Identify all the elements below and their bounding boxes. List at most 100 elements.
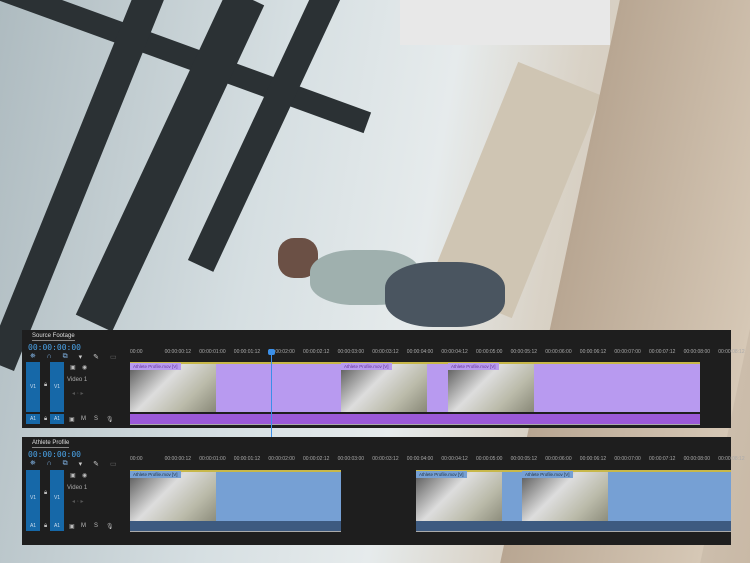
ruler-tick: 00:00:05:12 (510, 349, 538, 355)
source-v1-toggle[interactable]: V1 (26, 470, 40, 525)
building (400, 0, 610, 45)
clip-label: Athlete Profile.mov [V] (130, 471, 181, 478)
microphone-icon[interactable]: 🎙︎ (106, 416, 114, 423)
track-a1-header[interactable]: A1 (50, 414, 64, 424)
time-ruler[interactable]: 00:00 00:00:00:12 00:00:01:00 00:00:01:12 00… (130, 456, 745, 465)
track-v1-header[interactable]: V1 (50, 470, 64, 525)
ruler-tick: 00:00:04:12 (441, 349, 468, 355)
captions-icon[interactable]: ▭ (110, 353, 117, 361)
ruler-tick: 00:00:07:00 (614, 456, 641, 462)
ruler-tick: 00:00:06:12 (579, 456, 607, 462)
ruler-tick: 00:00 (130, 349, 143, 355)
ruler-tick: 00:00:08:00 (683, 349, 711, 355)
clip-label: Athlete Profile.mov [V] (448, 363, 499, 370)
snap-icon[interactable]: ⛯ (30, 460, 36, 468)
source-v1-toggle[interactable]: V1 (26, 362, 40, 412)
video-track[interactable]: Athlete Profile.mov [V] Athlete Profile.m… (130, 362, 731, 412)
snap-icon[interactable]: ⛯ (30, 353, 36, 361)
toggle-sync-icon[interactable]: ▣ (70, 364, 76, 371)
eye-icon[interactable]: ◉ (82, 364, 87, 371)
audio-track[interactable] (130, 521, 731, 532)
clip-thumbnail (130, 472, 216, 525)
solo-button[interactable]: S (94, 523, 98, 529)
ruler-tick: 00:00:08:12 (718, 349, 745, 355)
track-v1-header[interactable]: V1 (50, 362, 64, 412)
audio-clip[interactable] (416, 521, 731, 532)
ruler-tick: 00:00:03:00 (337, 349, 365, 355)
panel-title[interactable]: Athlete Profile (32, 440, 70, 448)
ruler-tick: 00:00:02:00 (268, 456, 295, 462)
ruler-tick: 00:00:03:12 (372, 349, 399, 355)
ruler-tick: 00:00:01:12 (233, 456, 261, 462)
clip-label: Athlete Profile.mov [V] (341, 363, 392, 370)
ruler-tick: 00:00:08:12 (718, 456, 745, 462)
lock-icon[interactable]: 🔒︎ (44, 416, 47, 423)
ruler-tick: 00:00:05:00 (476, 349, 503, 355)
linked-selection-icon[interactable]: ⧉ (63, 353, 68, 361)
eye-icon[interactable]: ◉ (82, 472, 87, 479)
solo-button[interactable]: S (94, 416, 98, 422)
sync-lock-icon[interactable]: ▣ (69, 416, 75, 423)
captions-icon[interactable]: ▭ (110, 460, 117, 468)
lock-icon[interactable]: 🔒︎ (44, 382, 47, 389)
ruler-tick: 00:00:01:12 (233, 349, 261, 355)
time-ruler[interactable]: 00:00 00:00:00:12 00:00:01:00 00:00:01:12 00… (130, 349, 745, 358)
ruler-tick: 00:00:00:12 (164, 456, 192, 462)
source-a1-toggle[interactable]: A1 (26, 414, 40, 424)
ruler-tick: 00:00:06:12 (579, 349, 607, 355)
mute-button[interactable]: M (81, 416, 86, 422)
source-a1-toggle[interactable]: A1 (26, 521, 40, 531)
microphone-icon[interactable]: 🎙︎ (106, 523, 114, 530)
ruler-tick: 00:00:04:12 (441, 456, 468, 462)
ruler-tick: 00:00:01:00 (199, 349, 226, 355)
clip-thumbnail (341, 364, 427, 412)
ruler-tick: 00:00:01:00 (199, 456, 226, 462)
ruler-tick: 00:00:00:12 (164, 349, 192, 355)
audio-clip[interactable] (130, 521, 341, 532)
video-track[interactable]: Athlete Profile.mov [V] Athlete Profile.m… (130, 470, 731, 525)
audio-clip[interactable] (130, 414, 700, 425)
ruler-tick: 00:00:07:00 (614, 349, 641, 355)
track-name: Video 1 (67, 485, 88, 491)
timeline-athlete-profile[interactable]: Athlete Profile 00:00:00:00 ⛯ ∩ ⧉ ▾ ✎ ▭ 00:00… (22, 437, 745, 545)
playhead[interactable] (268, 349, 275, 439)
clip-label: Athlete Profile.mov [V] (522, 471, 573, 478)
magnet-icon[interactable]: ∩ (47, 460, 52, 468)
keyframe-nav-icon[interactable]: ◂ ◦ ▸ (72, 390, 83, 397)
ruler-tick: 00:00 (130, 456, 143, 462)
timecode-display[interactable]: 00:00:00:00 (28, 450, 81, 459)
ruler-tick: 00:00:07:12 (649, 456, 676, 462)
ruler-tick: 00:00:04:00 (406, 456, 434, 462)
clip-label: Athlete Profile.mov [V] (416, 471, 467, 478)
clip-thumbnail (416, 472, 502, 525)
keyframe-nav-icon[interactable]: ◂ ◦ ▸ (72, 498, 83, 505)
ruler-tick: 00:00:06:00 (545, 456, 572, 462)
timeline-source-footage[interactable]: Source Footage 00:00:00:00 ⛯ ∩ ⧉ ▾ ✎ ▭ 00:00 0… (22, 330, 745, 439)
timecode-display[interactable]: 00:00:00:00 (28, 343, 81, 352)
clip-thumbnail (522, 472, 608, 525)
audio-track[interactable] (130, 414, 731, 425)
marker-icon[interactable]: ▾ (79, 353, 83, 361)
clip-label: Athlete Profile.mov [V] (130, 363, 181, 370)
linked-selection-icon[interactable]: ⧉ (63, 460, 68, 468)
wrench-icon[interactable]: ✎ (93, 353, 99, 361)
sync-lock-icon[interactable]: ▣ (69, 523, 75, 530)
lock-icon[interactable]: 🔒︎ (44, 523, 47, 530)
ruler-tick: 00:00:08:00 (683, 456, 711, 462)
toggle-sync-icon[interactable]: ▣ (70, 472, 76, 479)
wrench-icon[interactable]: ✎ (93, 460, 99, 468)
marker-icon[interactable]: ▾ (79, 460, 83, 468)
ruler-tick: 00:00:05:12 (510, 456, 538, 462)
magnet-icon[interactable]: ∩ (47, 353, 52, 361)
lock-icon[interactable]: 🔒︎ (44, 490, 47, 497)
mute-button[interactable]: M (81, 523, 86, 529)
panel-title[interactable]: Source Footage (32, 333, 75, 341)
ruler-tick: 00:00:05:00 (476, 456, 503, 462)
ruler-tick: 00:00:03:12 (372, 456, 399, 462)
ruler-tick: 00:00:03:00 (337, 456, 365, 462)
track-name: Video 1 (67, 377, 88, 383)
timeline-tools: ⛯ ∩ ⧉ ▾ ✎ ▭ (30, 460, 117, 468)
track-a1-header[interactable]: A1 (50, 521, 64, 531)
ruler-tick: 00:00:04:00 (406, 349, 434, 355)
clip-thumbnail (130, 364, 216, 412)
